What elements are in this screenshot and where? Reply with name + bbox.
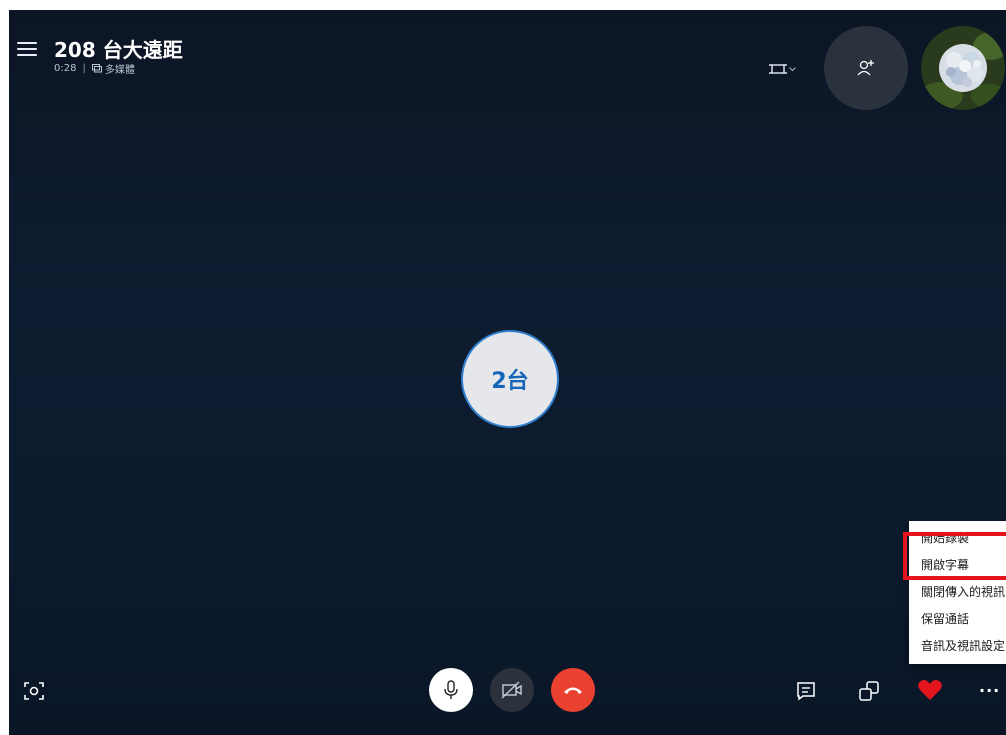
phone-hangup-icon [564,687,582,694]
remote-participant-avatar[interactable] [921,26,1005,110]
add-person-button[interactable] [824,26,908,110]
heart-icon [918,680,942,700]
chevron-down-icon [789,66,796,71]
media-label: 多媒體 [104,65,135,76]
add-person-icon [857,60,874,76]
hamburger-menu-icon[interactable] [17,42,37,60]
hang-up-button[interactable] [551,668,595,712]
participant-avatar: 2台 [461,330,559,428]
layout-switch-button[interactable] [769,58,803,80]
camera-snapshot-icon [24,682,44,700]
call-stage: 208 台大遠距 0:28 | 多媒體 2台 ··· 開始錄製 開啟字幕 關閉傳… [9,10,1006,735]
mute-button[interactable] [429,668,473,712]
share-screen-icon [859,681,879,701]
chat-button[interactable] [795,680,817,702]
media-info: 多媒體 [91,61,135,76]
share-screen-button[interactable] [858,680,880,702]
media-icon [91,64,102,73]
hydrangea-photo [921,26,1005,110]
microphone-icon [444,680,458,699]
participant-initials: 2台 [491,369,529,394]
menu-item-hold-call[interactable]: 保留通話 [909,606,1006,633]
menu-item-turn-off-incoming-video[interactable]: 關閉傳入的視訊 [909,579,1006,606]
meta-separator: | [82,63,86,74]
menu-item-audio-video-settings[interactable]: 音訊及視訊設定 [909,633,1006,660]
chat-icon [797,682,815,701]
more-options-icon[interactable]: ··· [979,680,1003,702]
call-duration: 0:28 [54,63,77,74]
highlight-annotation [903,532,1006,580]
grid-layout-icon [769,64,787,74]
call-title: 208 台大遠距 [54,38,183,62]
screenshot-button[interactable] [23,680,45,702]
call-meta: 0:28 | 多媒體 [54,61,135,76]
react-button[interactable] [917,678,943,702]
video-off-icon [501,681,522,699]
video-toggle-button[interactable] [490,668,534,712]
